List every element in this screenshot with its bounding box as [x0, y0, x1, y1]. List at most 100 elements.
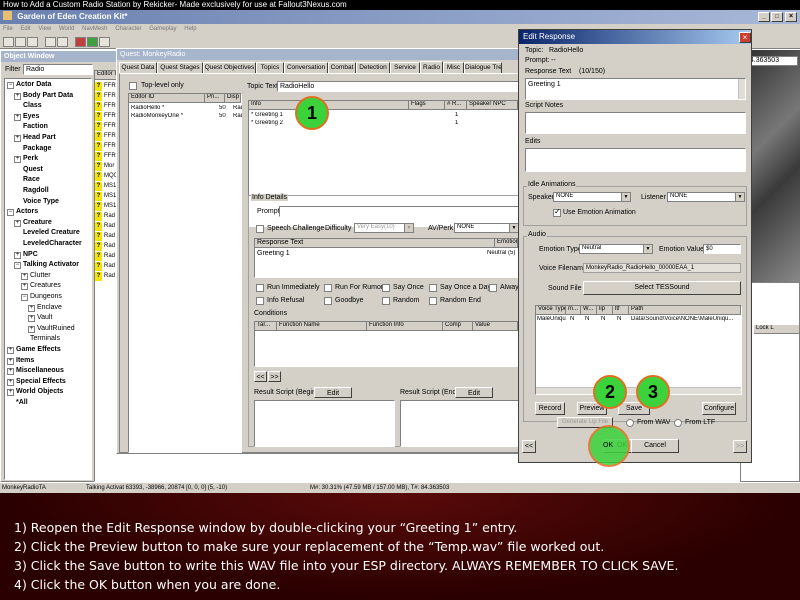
close-button[interactable]: × [785, 12, 797, 22]
object-list-item[interactable]: MS1 [104, 203, 116, 209]
topic-row-1-id[interactable]: RadioHello * [131, 105, 164, 111]
speech-challenge-checkbox[interactable] [256, 225, 264, 233]
quest-tab[interactable]: Radio [420, 61, 443, 73]
scale-icon[interactable] [99, 37, 110, 47]
quest-tab[interactable]: Dialogue Tree [464, 62, 502, 73]
expand-icon[interactable]: + [28, 304, 35, 312]
menu-view[interactable]: View [38, 26, 51, 32]
tree-item[interactable]: + Creature [14, 219, 52, 227]
tree-item[interactable]: + Enclave [28, 304, 62, 312]
configure-button[interactable]: Configure [702, 402, 736, 415]
use-emotion-animation-checkbox[interactable] [553, 207, 561, 217]
object-list-item[interactable]: FFR [104, 153, 116, 159]
result-end-edit-button[interactable]: Edit [455, 387, 493, 398]
goodbye-checkbox[interactable] [324, 297, 332, 305]
maximize-button[interactable]: □ [771, 12, 783, 22]
menu-help[interactable]: Help [184, 26, 196, 32]
menu-edit[interactable]: Edit [20, 26, 30, 32]
info-header-flags[interactable]: Flags [409, 101, 445, 110]
er-next-button[interactable]: >> [733, 440, 747, 453]
collapse-icon[interactable]: − [7, 82, 14, 89]
topic-header-priority[interactable]: Pri... [205, 94, 225, 103]
voice-row-type[interactable]: MaleUniqu... [537, 316, 566, 322]
topic-header-editor-id[interactable]: Editor ID [129, 94, 205, 103]
cond-header-target[interactable]: Tar... [255, 322, 277, 331]
response-list[interactable]: Response Text Emotion Greeting 1 Neutral… [254, 238, 519, 278]
object-list-item[interactable]: Rad [104, 223, 115, 229]
topic-text-input[interactable]: RadioHello [277, 81, 519, 92]
quest-tab[interactable]: Misc [443, 62, 464, 73]
object-list-item[interactable]: FFR [104, 113, 116, 119]
tree-item[interactable]: + Body Part Data [14, 92, 73, 100]
tree-item[interactable]: LeveledCharacter [14, 240, 82, 247]
cond-header-comp[interactable]: Comp [443, 322, 473, 331]
expand-icon[interactable]: + [28, 325, 35, 333]
edit-response-close-button[interactable]: × [739, 32, 751, 43]
quest-tab[interactable]: Conversation [284, 62, 328, 73]
er-response-scrollbar[interactable] [738, 79, 745, 99]
tree-item[interactable]: Quest [14, 166, 43, 173]
object-list-item[interactable]: FFR [104, 83, 116, 89]
collapse-icon[interactable]: − [7, 209, 14, 217]
object-list-item[interactable]: Rad [104, 263, 115, 269]
tree-item[interactable]: + Miscellaneous [7, 367, 64, 376]
tree-item[interactable]: + Perk [14, 155, 38, 164]
info-refusal-checkbox[interactable] [256, 297, 264, 305]
tree-item[interactable]: Ragdoll [14, 187, 49, 194]
tree-item[interactable]: Package [14, 145, 51, 152]
object-list-item[interactable]: Rad [104, 233, 115, 239]
tree-item[interactable]: + Game Effects [7, 346, 61, 354]
collapse-icon[interactable]: − [21, 294, 28, 301]
avperk-select[interactable]: NONE [454, 223, 519, 233]
result-end-script[interactable] [400, 400, 519, 447]
topic-list[interactable]: Editor ID Pri... Disp RadioHello * 50 Ra… [128, 93, 242, 453]
object-list-item[interactable]: FFR [104, 143, 116, 149]
select-tessound-button[interactable]: Select TESSound [583, 281, 741, 295]
topic-header-disp[interactable]: Disp [225, 94, 241, 103]
expand-icon[interactable]: + [28, 315, 35, 323]
minimize-button[interactable]: _ [758, 12, 770, 22]
new-icon[interactable] [3, 37, 14, 47]
info-row-2[interactable]: * Greeting 2 [251, 120, 283, 126]
tree-item[interactable]: − Actors [7, 208, 38, 217]
expand-icon[interactable]: + [7, 347, 14, 354]
object-list-item[interactable]: Rad [104, 213, 115, 219]
tree-item[interactable]: + VaultRuined [28, 325, 75, 333]
tree-item[interactable]: − Dungeons [21, 293, 62, 301]
object-list-item[interactable]: FFR [104, 103, 116, 109]
top-level-only-checkbox[interactable] [129, 82, 137, 90]
tree-item[interactable]: Terminals [21, 335, 60, 342]
run-for-rumors-checkbox[interactable] [324, 284, 332, 292]
conditions-list[interactable]: Tar... Function Name Function Info Comp … [254, 321, 519, 367]
tree-item[interactable]: + Clutter [21, 272, 51, 280]
collapse-icon[interactable]: − [14, 262, 21, 270]
run-immediately-checkbox[interactable] [256, 284, 264, 292]
object-list-item[interactable]: MS1 [104, 183, 116, 189]
expand-icon[interactable]: + [14, 92, 21, 100]
object-list-item[interactable]: Rad [104, 273, 115, 279]
topic-row-2-id[interactable]: RadioMonkeyOne * [131, 113, 183, 119]
tree-item[interactable]: *All [7, 399, 28, 406]
expand-icon[interactable]: + [7, 389, 14, 397]
cond-header-function-name[interactable]: Function Name [277, 322, 367, 331]
object-tree[interactable]: − Actor Data + Body Part Data Class + Eyes Fact… [4, 78, 92, 480]
expand-icon[interactable]: + [7, 378, 14, 386]
speaker-select[interactable]: NONE [553, 192, 631, 202]
rotate-icon[interactable] [87, 37, 98, 47]
response-row-text[interactable]: Greeting 1 [257, 250, 290, 257]
tree-item[interactable]: + Eyes [14, 113, 39, 121]
info-prev-button[interactable]: << [254, 371, 267, 382]
tree-item[interactable]: − Actor Data [7, 81, 51, 89]
filter-input[interactable]: Radio [23, 64, 93, 75]
tree-item[interactable]: Race [14, 176, 40, 183]
tree-item[interactable]: + Items [7, 357, 34, 365]
move-icon[interactable] [75, 37, 86, 47]
quest-tab[interactable]: Quest Objectives [203, 62, 256, 73]
emotion-type-select[interactable]: Neutral [579, 244, 653, 254]
menu-gameplay[interactable]: Gameplay [149, 26, 176, 32]
say-once-checkbox[interactable] [382, 284, 390, 292]
tree-item[interactable]: Voice Type [14, 198, 59, 205]
listener-select[interactable]: NONE [667, 192, 745, 202]
from-ltf-radio[interactable] [674, 419, 682, 427]
tree-item[interactable]: Leveled Creature [14, 229, 80, 236]
